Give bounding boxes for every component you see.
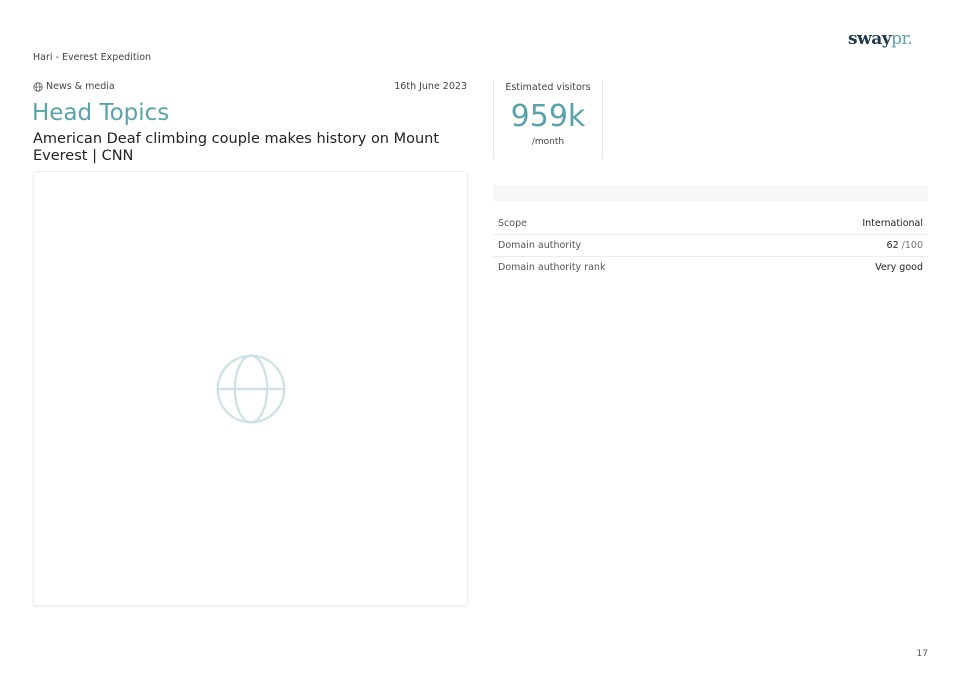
article-date: 16th June 2023 <box>394 81 467 92</box>
metric-row-scope: Scope International <box>493 213 928 235</box>
metric-value-text: Very good <box>875 262 923 273</box>
metric-label: Scope <box>498 218 527 229</box>
metric-label: Domain authority rank <box>498 262 606 273</box>
article-headline[interactable]: American Deaf climbing couple makes hist… <box>33 131 453 165</box>
report-title: Hari - Everest Expedition <box>33 52 152 63</box>
metric-value: International <box>862 218 923 229</box>
article-category-label: News & media <box>46 81 115 92</box>
metric-label: Domain authority <box>498 240 582 251</box>
metric-row-domain-authority: Domain authority 62 /100 <box>493 235 928 257</box>
visitors-unit: /month <box>531 137 565 147</box>
brand-logo-part2: pr. <box>891 29 913 49</box>
article-category: News & media <box>33 81 115 92</box>
metric-value: 62 /100 <box>887 240 923 251</box>
metric-value: Very good <box>875 262 923 273</box>
visitors-value: 959k <box>510 99 586 134</box>
globe-icon <box>33 81 43 92</box>
brand-logo: swaypr. <box>848 29 913 49</box>
article-preview[interactable] <box>33 171 468 606</box>
page-number: 17 <box>916 649 928 659</box>
metric-value-suffix: /100 <box>898 240 923 251</box>
visitors-panel: Estimated visitors 959k /month <box>493 80 603 159</box>
metric-row-domain-authority-rank: Domain authority rank Very good <box>493 257 928 278</box>
outlet-name[interactable]: Head Topics <box>32 100 169 126</box>
globe-icon <box>216 354 285 423</box>
brand-logo-part1: sway <box>848 29 892 49</box>
metrics-header-bar <box>493 185 928 201</box>
visitors-label: Estimated visitors <box>505 82 591 93</box>
metric-value-text: 62 <box>886 240 899 251</box>
metrics-table: Scope International Domain authority 62 … <box>493 213 928 278</box>
metric-value-text: International <box>862 218 923 229</box>
